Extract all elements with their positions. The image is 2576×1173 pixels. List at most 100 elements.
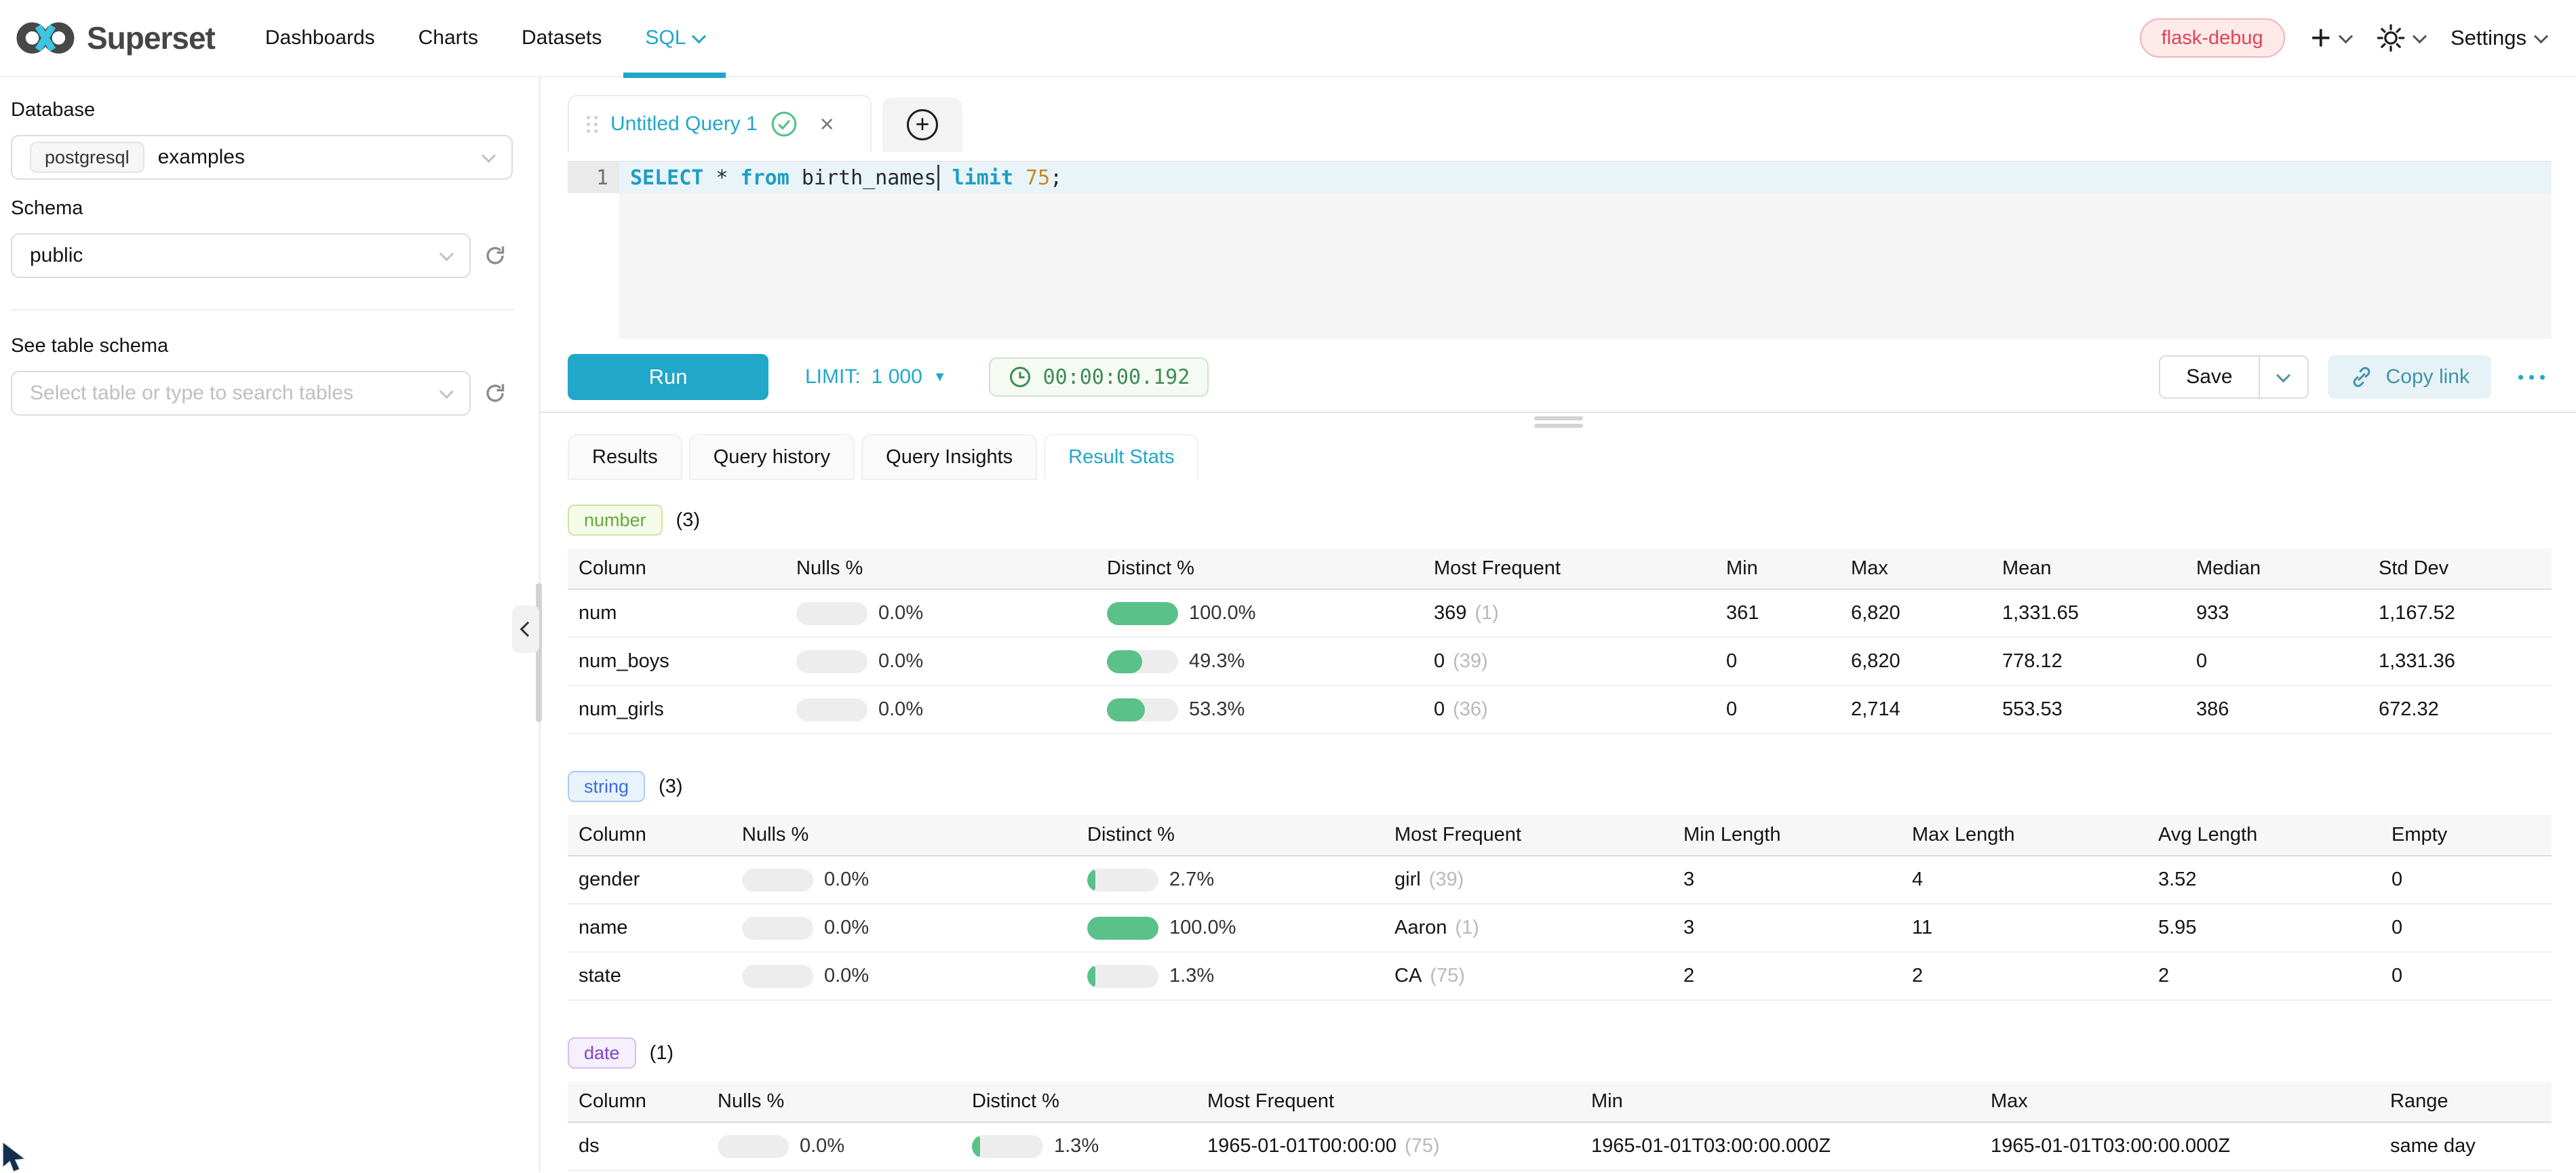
tab-results[interactable]: Results xyxy=(568,434,682,480)
query-tab[interactable]: Untitled Query 1 × xyxy=(568,95,872,152)
add-tab-icon: + xyxy=(907,109,938,140)
add-tab-button[interactable]: + xyxy=(882,98,962,152)
settings-menu[interactable]: Settings xyxy=(2451,26,2546,50)
table-cell: 53.3% xyxy=(1107,698,1434,721)
drag-handle-icon[interactable] xyxy=(587,116,598,133)
more-actions-button[interactable] xyxy=(2512,368,2552,386)
number-type-badge: number xyxy=(568,504,663,536)
stats-section-number: number(3)ColumnNulls %Distinct %Most Fre… xyxy=(568,504,2552,734)
sql-editor[interactable]: 1 SELECT * from birth_names limit 75; xyxy=(568,161,2552,339)
frequent-count: (39) xyxy=(1429,869,1464,891)
nav-item-sql[interactable]: SQL xyxy=(623,0,726,77)
code-token: from xyxy=(741,166,789,190)
frequent-count: (1) xyxy=(1455,917,1479,939)
run-button[interactable]: Run xyxy=(568,354,768,400)
table-cell: 1965-01-01T03:00:00.000Z xyxy=(1591,1135,1991,1157)
percent-bar xyxy=(1087,917,1158,940)
percent-bar xyxy=(796,602,867,625)
chevron-left-icon xyxy=(520,622,536,637)
stats-table-string: ColumnNulls %Distinct %Most FrequentMin … xyxy=(568,815,2552,1001)
table-cell: Aaron(1) xyxy=(1394,917,1683,939)
column-header: Distinct % xyxy=(1087,824,1394,846)
table-cell: 6,820 xyxy=(1851,650,2002,673)
nav-item-charts[interactable]: Charts xyxy=(397,0,500,77)
column-header: Range xyxy=(2390,1090,2541,1113)
percent-bar xyxy=(796,650,867,673)
sun-icon xyxy=(2377,24,2405,52)
table-select[interactable]: Select table or type to search tables xyxy=(11,371,471,416)
schema-select[interactable]: public xyxy=(11,233,471,278)
table-cell: 0(39) xyxy=(1434,650,1726,673)
table-cell: 2 xyxy=(2158,965,2392,987)
frequent-value: 1965-01-01T00:00:00 xyxy=(1207,1135,1397,1157)
save-split-button: Save xyxy=(2159,355,2308,399)
database-value: examples xyxy=(158,146,245,169)
table-cell: 1965-01-01T03:00:00.000Z xyxy=(1991,1135,2390,1157)
tab-query-history[interactable]: Query history xyxy=(689,434,855,480)
code-token xyxy=(1013,166,1026,190)
copy-link-button[interactable]: Copy link xyxy=(2328,355,2491,399)
code-token: ; xyxy=(1050,166,1062,190)
chevron-down-icon xyxy=(2534,29,2548,43)
percent-bar xyxy=(1087,869,1158,892)
table-cell: 933 xyxy=(2196,602,2379,624)
result-sections: number (3) ColumnNulls %Distinct %Most Fre… xyxy=(568,480,2552,1172)
table-cell: 5.95 xyxy=(2158,917,2392,939)
code-token xyxy=(940,166,952,190)
table-cell: 369(1) xyxy=(1434,602,1726,624)
percent-bar xyxy=(742,869,813,892)
refresh-tables-icon[interactable] xyxy=(483,381,507,405)
table-cell: 0 xyxy=(2392,869,2541,891)
frequent-count: (36) xyxy=(1453,698,1488,721)
table-cell: 1.3% xyxy=(972,1135,1207,1158)
percent-label: 0.0% xyxy=(878,650,923,673)
column-header: Most Frequent xyxy=(1394,824,1683,846)
save-options-button[interactable] xyxy=(2259,357,2307,397)
section-badge-row: string(3) xyxy=(568,771,2552,802)
tab-query-insights[interactable]: Query Insights xyxy=(861,434,1037,480)
save-button[interactable]: Save xyxy=(2160,357,2258,397)
percent-bar-fill xyxy=(1107,698,1145,721)
column-count: (3) xyxy=(659,776,682,798)
table-cell: 778.12 xyxy=(2002,650,2196,673)
percent-bar xyxy=(1107,650,1178,673)
splitter-drag-handle[interactable] xyxy=(1534,416,1583,431)
results-tabbar: Results Query history Query Insights Res… xyxy=(568,434,1198,480)
new-item-menu[interactable]: + xyxy=(2311,20,2351,56)
table-cell: 6,820 xyxy=(1851,602,2002,624)
column-count: (1) xyxy=(650,1042,674,1065)
table-cell: 11 xyxy=(1912,917,2158,939)
navbar: Superset Dashboards Charts Datasets SQL … xyxy=(0,0,2576,77)
column-header: Nulls % xyxy=(796,557,1107,580)
pane-splitter xyxy=(541,412,2576,413)
refresh-schemas-icon[interactable] xyxy=(483,243,507,268)
column-header: Min xyxy=(1591,1090,1991,1113)
table-cell: num_girls xyxy=(568,698,796,721)
superset-logo[interactable]: Superset xyxy=(16,18,215,58)
table-cell: same day xyxy=(2390,1135,2541,1157)
table-cell: 0.0% xyxy=(742,869,1087,892)
limit-dropdown[interactable]: LIMIT: 1 000 ▼ xyxy=(805,365,947,389)
tab-result-stats[interactable]: Result Stats xyxy=(1044,434,1198,480)
frequent-value: CA xyxy=(1394,965,1422,987)
close-tab-icon[interactable]: × xyxy=(820,112,834,136)
percent-bar xyxy=(718,1135,789,1158)
schema-label: Schema xyxy=(11,197,538,220)
sqllab-main: Untitled Query 1 × + 1 SELECT * from bir… xyxy=(541,77,2576,1172)
table-cell: num xyxy=(568,602,796,624)
frequent-value: 369 xyxy=(1434,602,1466,624)
stats-section-string: string(3) ColumnNulls %Distinct %Most Fre… xyxy=(568,771,2552,1001)
query-tabstrip: Untitled Query 1 × + xyxy=(568,95,2552,152)
table-cell: 100.0% xyxy=(1107,602,1434,625)
table-cell: 49.3% xyxy=(1107,650,1434,673)
database-select[interactable]: postgresql examples xyxy=(11,135,513,180)
column-header: Max xyxy=(1991,1090,2390,1113)
collapse-sidebar-button[interactable] xyxy=(512,605,539,653)
percent-bar xyxy=(972,1135,1043,1158)
sidebar-divider xyxy=(11,309,514,311)
nav-item-dashboards[interactable]: Dashboards xyxy=(243,0,397,77)
theme-menu[interactable] xyxy=(2377,24,2425,52)
table-cell: 386 xyxy=(2196,698,2379,721)
table-cell: 0.0% xyxy=(796,602,1107,625)
nav-item-datasets[interactable]: Datasets xyxy=(500,0,623,77)
